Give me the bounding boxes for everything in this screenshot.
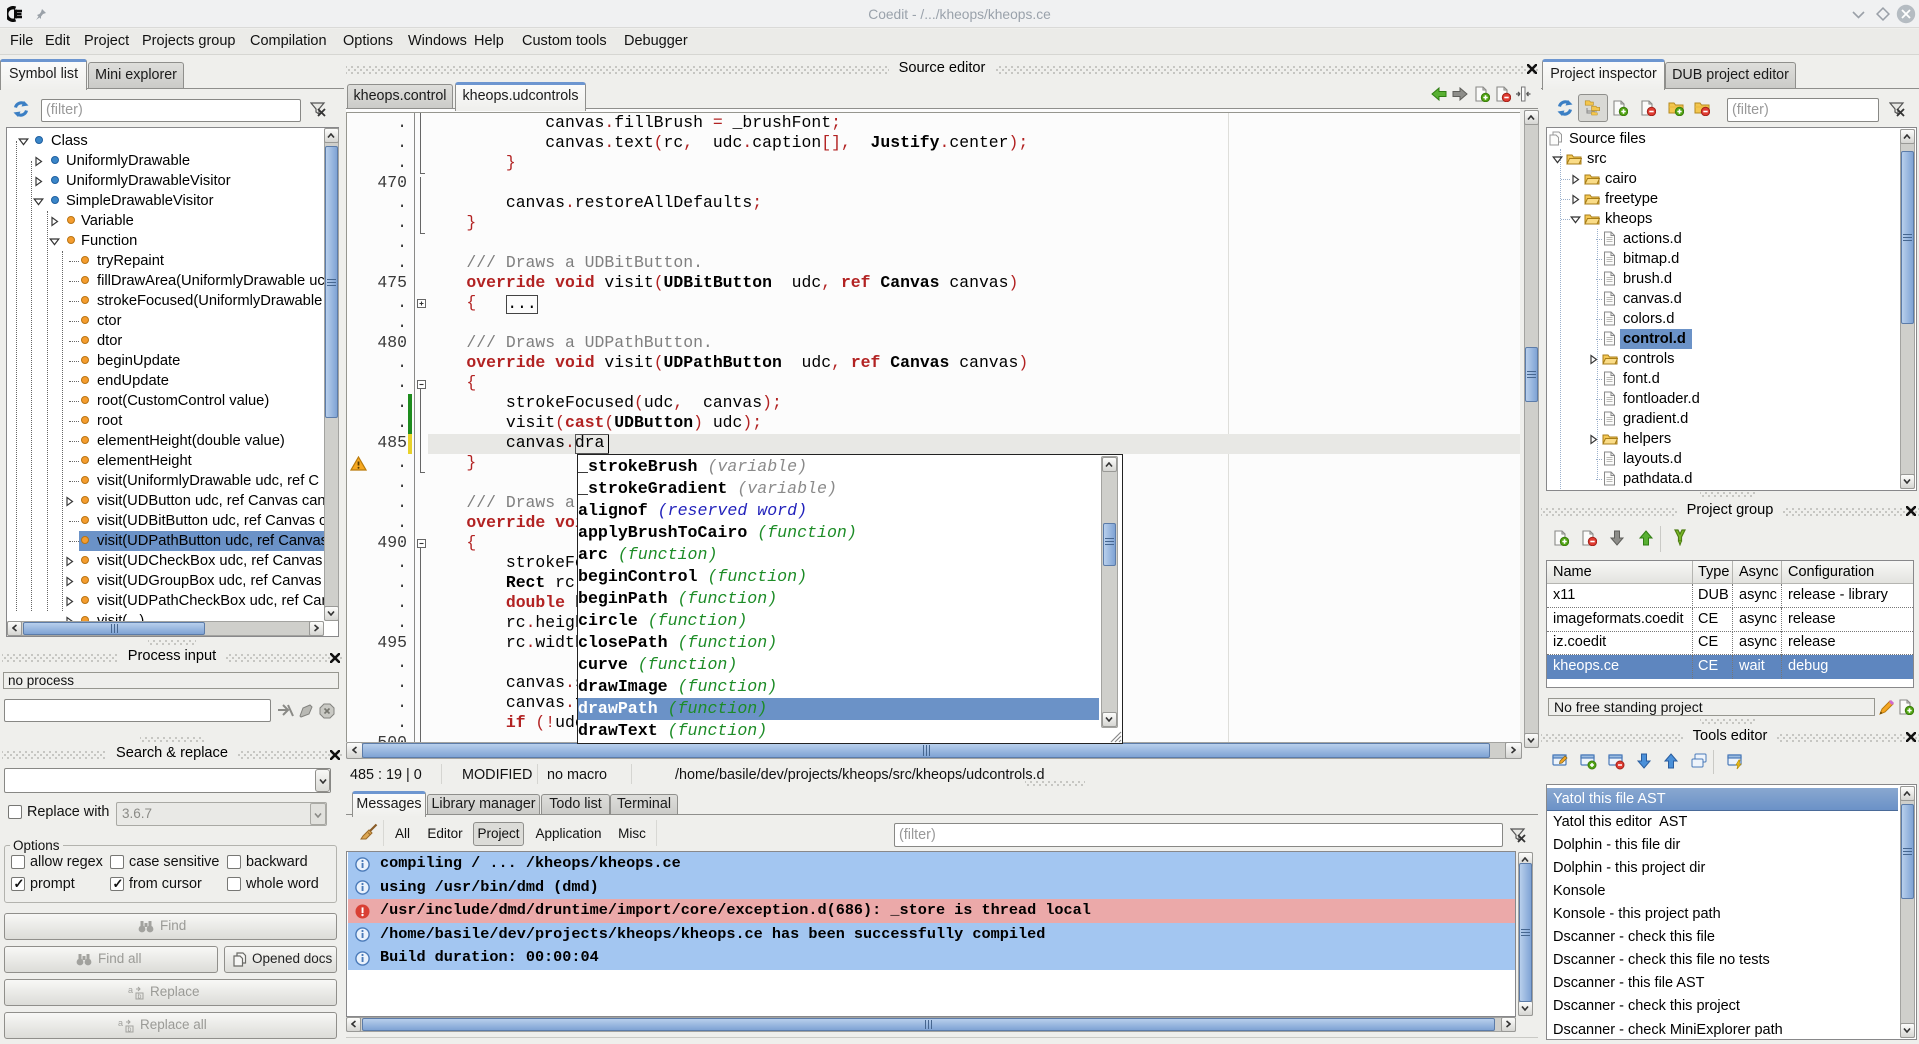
svg-text:a: a (118, 1018, 123, 1028)
svg-text:a: a (128, 985, 133, 995)
svg-text:b: b (138, 994, 142, 1001)
svg-text:b: b (128, 1027, 132, 1034)
